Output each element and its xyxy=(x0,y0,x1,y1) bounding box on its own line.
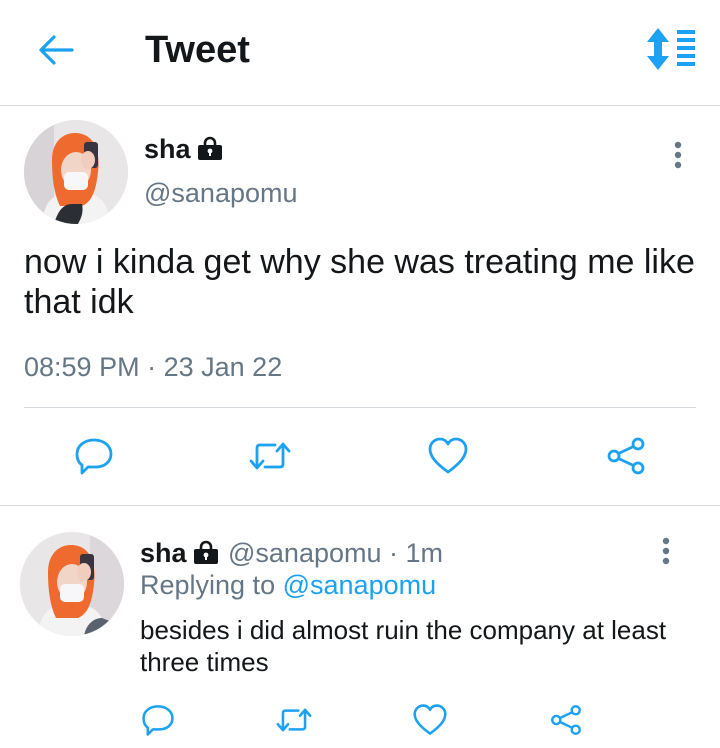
sort-icon xyxy=(647,28,695,70)
user-handle[interactable]: @sanapomu xyxy=(228,538,382,568)
tweet-date: 23 Jan 22 xyxy=(163,352,283,382)
share-icon xyxy=(607,437,645,475)
reply-icon xyxy=(75,438,113,475)
replying-to: Replying to @sanapomu xyxy=(140,570,436,601)
lock-icon xyxy=(197,136,222,160)
reply-text: besides i did almost ruin the company at… xyxy=(140,615,667,677)
user-handle[interactable]: @sanapomu xyxy=(144,178,298,209)
retweet-button[interactable] xyxy=(246,432,294,480)
avatar-image xyxy=(24,120,128,224)
tweet-timestamp: 08:59 PM · 23 Jan 22 xyxy=(24,352,282,383)
more-vertical-icon xyxy=(662,537,670,565)
share-button[interactable] xyxy=(542,696,590,744)
back-button[interactable] xyxy=(34,28,78,72)
display-name[interactable]: sha xyxy=(140,538,219,569)
replying-prefix: Replying to xyxy=(140,570,276,600)
share-button[interactable] xyxy=(602,432,650,480)
avatar[interactable] xyxy=(20,532,124,636)
more-vertical-icon xyxy=(674,141,682,169)
reply-meta: @sanapomu · 1m xyxy=(228,538,443,569)
arrow-left-icon xyxy=(39,35,74,65)
page-title: Tweet xyxy=(145,29,250,71)
retweet-icon xyxy=(249,442,291,470)
divider xyxy=(0,505,720,506)
divider xyxy=(24,407,696,408)
tweet-text: now i kinda get why she was treating me … xyxy=(24,243,695,321)
lock-icon xyxy=(193,540,218,564)
reply-icon xyxy=(142,705,174,736)
separator: · xyxy=(389,538,399,568)
separator: · xyxy=(147,352,157,382)
replying-to-mention[interactable]: @sanapomu xyxy=(283,570,437,600)
like-button[interactable] xyxy=(424,432,472,480)
sort-replies-button[interactable] xyxy=(644,26,700,72)
like-button[interactable] xyxy=(406,696,454,744)
reply-button[interactable] xyxy=(134,696,182,744)
more-options-button[interactable] xyxy=(666,136,690,176)
retweet-button[interactable] xyxy=(270,696,318,744)
avatar[interactable] xyxy=(24,120,128,224)
heart-icon xyxy=(428,437,468,474)
tweet-time: 08:59 PM xyxy=(24,352,140,382)
more-options-button[interactable] xyxy=(654,532,678,572)
top-bar: Tweet xyxy=(0,0,720,106)
reply-button[interactable] xyxy=(70,432,118,480)
share-icon xyxy=(551,705,581,735)
retweet-icon xyxy=(276,708,312,732)
reply-age: 1m xyxy=(405,538,444,568)
heart-icon xyxy=(413,704,447,735)
avatar-image xyxy=(20,532,124,636)
display-name[interactable]: sha xyxy=(144,134,223,165)
